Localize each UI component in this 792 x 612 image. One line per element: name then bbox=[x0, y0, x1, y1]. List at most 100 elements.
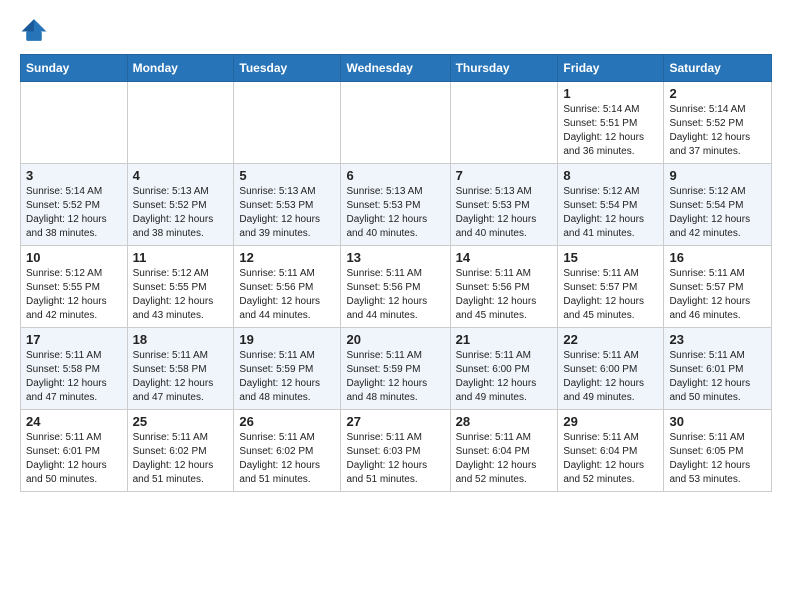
day-number: 2 bbox=[669, 86, 766, 101]
day-number: 3 bbox=[26, 168, 122, 183]
day-number: 17 bbox=[26, 332, 122, 347]
day-number: 21 bbox=[456, 332, 553, 347]
calendar-cell: 20Sunrise: 5:11 AM Sunset: 5:59 PM Dayli… bbox=[341, 328, 450, 410]
day-number: 11 bbox=[133, 250, 229, 265]
calendar-cell: 3 Sunrise: 5:14 AM Sunset: 5:52 PM Daylig… bbox=[21, 164, 128, 246]
generalblue-logo-icon bbox=[20, 16, 48, 44]
day-info: Sunrise: 5:13 AM Sunset: 5:53 PM Dayligh… bbox=[239, 185, 335, 241]
day-number: 30 bbox=[669, 414, 766, 429]
day-info: Sunrise: 5:11 AM Sunset: 5:58 PM Dayligh… bbox=[26, 349, 122, 405]
calendar-cell: 30 Sunrise: 5:11 AM Sunset: 6:05 PM Dayli… bbox=[664, 410, 772, 492]
day-number: 6 bbox=[346, 168, 444, 183]
day-number: 13 bbox=[346, 250, 444, 265]
day-number: 15 bbox=[563, 250, 658, 265]
col-header-wednesday: Wednesday bbox=[341, 55, 450, 82]
day-number: 10 bbox=[26, 250, 122, 265]
calendar-header-row: SundayMondayTuesdayWednesdayThursdayFrid… bbox=[21, 55, 772, 82]
page: SundayMondayTuesdayWednesdayThursdayFrid… bbox=[0, 0, 792, 508]
calendar-cell bbox=[21, 82, 128, 164]
calendar-week-row: 10 Sunrise: 5:12 AM Sunset: 5:55 PM Dayli… bbox=[21, 246, 772, 328]
calendar-cell: 28 Sunrise: 5:11 AM Sunset: 6:04 PM Dayli… bbox=[450, 410, 558, 492]
calendar-cell: 4 Sunrise: 5:13 AM Sunset: 5:52 PM Daylig… bbox=[127, 164, 234, 246]
day-number: 18 bbox=[133, 332, 229, 347]
day-number: 26 bbox=[239, 414, 335, 429]
calendar-cell: 23 Sunrise: 5:11 AM Sunset: 6:01 PM Dayli… bbox=[664, 328, 772, 410]
calendar-cell: 18 Sunrise: 5:11 AM Sunset: 5:58 PM Dayli… bbox=[127, 328, 234, 410]
day-info: Sunrise: 5:11 AM Sunset: 5:59 PM Dayligh… bbox=[239, 349, 335, 405]
calendar-cell: 11 Sunrise: 5:12 AM Sunset: 5:55 PM Dayli… bbox=[127, 246, 234, 328]
day-info: Sunrise: 5:11 AM Sunset: 5:57 PM Dayligh… bbox=[563, 267, 658, 323]
day-info: Sunrise: 5:11 AM Sunset: 6:02 PM Dayligh… bbox=[133, 431, 229, 487]
col-header-friday: Friday bbox=[558, 55, 664, 82]
calendar-cell: 19 Sunrise: 5:11 AM Sunset: 5:59 PM Dayli… bbox=[234, 328, 341, 410]
calendar-cell bbox=[450, 82, 558, 164]
calendar-cell bbox=[341, 82, 450, 164]
calendar-week-row: 17 Sunrise: 5:11 AM Sunset: 5:58 PM Dayli… bbox=[21, 328, 772, 410]
day-info: Sunrise: 5:11 AM Sunset: 6:00 PM Dayligh… bbox=[456, 349, 553, 405]
calendar-cell bbox=[234, 82, 341, 164]
calendar-cell: 5 Sunrise: 5:13 AM Sunset: 5:53 PM Daylig… bbox=[234, 164, 341, 246]
calendar-week-row: 1 Sunrise: 5:14 AM Sunset: 5:51 PM Daylig… bbox=[21, 82, 772, 164]
day-number: 16 bbox=[669, 250, 766, 265]
calendar-cell: 13 Sunrise: 5:11 AM Sunset: 5:56 PM Dayli… bbox=[341, 246, 450, 328]
day-info: Sunrise: 5:11 AM Sunset: 6:02 PM Dayligh… bbox=[239, 431, 335, 487]
day-info: Sunrise: 5:12 AM Sunset: 5:54 PM Dayligh… bbox=[669, 185, 766, 241]
day-number: 29 bbox=[563, 414, 658, 429]
day-number: 4 bbox=[133, 168, 229, 183]
calendar-cell: 10 Sunrise: 5:12 AM Sunset: 5:55 PM Dayli… bbox=[21, 246, 128, 328]
calendar-cell: 16 Sunrise: 5:11 AM Sunset: 5:57 PM Dayli… bbox=[664, 246, 772, 328]
day-info: Sunrise: 5:14 AM Sunset: 5:51 PM Dayligh… bbox=[563, 103, 658, 159]
calendar-cell: 27Sunrise: 5:11 AM Sunset: 6:03 PM Dayli… bbox=[341, 410, 450, 492]
day-number: 23 bbox=[669, 332, 766, 347]
day-info: Sunrise: 5:11 AM Sunset: 6:05 PM Dayligh… bbox=[669, 431, 766, 487]
day-info: Sunrise: 5:11 AM Sunset: 5:59 PM Dayligh… bbox=[346, 349, 444, 405]
day-info: Sunrise: 5:11 AM Sunset: 6:01 PM Dayligh… bbox=[26, 431, 122, 487]
day-info: Sunrise: 5:12 AM Sunset: 5:54 PM Dayligh… bbox=[563, 185, 658, 241]
day-number: 22 bbox=[563, 332, 658, 347]
day-number: 25 bbox=[133, 414, 229, 429]
logo-area bbox=[20, 16, 50, 44]
day-info: Sunrise: 5:12 AM Sunset: 5:55 PM Dayligh… bbox=[133, 267, 229, 323]
day-number: 28 bbox=[456, 414, 553, 429]
day-info: Sunrise: 5:14 AM Sunset: 5:52 PM Dayligh… bbox=[26, 185, 122, 241]
day-number: 9 bbox=[669, 168, 766, 183]
calendar-cell: 15 Sunrise: 5:11 AM Sunset: 5:57 PM Dayli… bbox=[558, 246, 664, 328]
calendar-cell: 21 Sunrise: 5:11 AM Sunset: 6:00 PM Dayli… bbox=[450, 328, 558, 410]
calendar-cell: 7Sunrise: 5:13 AM Sunset: 5:53 PM Daylig… bbox=[450, 164, 558, 246]
calendar-cell: 6Sunrise: 5:13 AM Sunset: 5:53 PM Daylig… bbox=[341, 164, 450, 246]
calendar-cell: 2 Sunrise: 5:14 AM Sunset: 5:52 PM Daylig… bbox=[664, 82, 772, 164]
day-info: Sunrise: 5:13 AM Sunset: 5:52 PM Dayligh… bbox=[133, 185, 229, 241]
calendar-cell: 9 Sunrise: 5:12 AM Sunset: 5:54 PM Daylig… bbox=[664, 164, 772, 246]
calendar-cell: 24 Sunrise: 5:11 AM Sunset: 6:01 PM Dayli… bbox=[21, 410, 128, 492]
day-number: 8 bbox=[563, 168, 658, 183]
day-info: Sunrise: 5:12 AM Sunset: 5:55 PM Dayligh… bbox=[26, 267, 122, 323]
calendar-cell: 17 Sunrise: 5:11 AM Sunset: 5:58 PM Dayli… bbox=[21, 328, 128, 410]
calendar-cell: 12Sunrise: 5:11 AM Sunset: 5:56 PM Dayli… bbox=[234, 246, 341, 328]
day-number: 5 bbox=[239, 168, 335, 183]
calendar-cell: 8 Sunrise: 5:12 AM Sunset: 5:54 PM Daylig… bbox=[558, 164, 664, 246]
day-number: 19 bbox=[239, 332, 335, 347]
calendar-cell bbox=[127, 82, 234, 164]
day-info: Sunrise: 5:11 AM Sunset: 6:04 PM Dayligh… bbox=[456, 431, 553, 487]
day-number: 27 bbox=[346, 414, 444, 429]
day-number: 1 bbox=[563, 86, 658, 101]
header bbox=[20, 16, 772, 44]
col-header-saturday: Saturday bbox=[664, 55, 772, 82]
day-info: Sunrise: 5:11 AM Sunset: 5:56 PM Dayligh… bbox=[239, 267, 335, 323]
day-info: Sunrise: 5:11 AM Sunset: 5:58 PM Dayligh… bbox=[133, 349, 229, 405]
col-header-thursday: Thursday bbox=[450, 55, 558, 82]
col-header-sunday: Sunday bbox=[21, 55, 128, 82]
day-info: Sunrise: 5:14 AM Sunset: 5:52 PM Dayligh… bbox=[669, 103, 766, 159]
day-info: Sunrise: 5:11 AM Sunset: 6:00 PM Dayligh… bbox=[563, 349, 658, 405]
calendar-cell: 29Sunrise: 5:11 AM Sunset: 6:04 PM Dayli… bbox=[558, 410, 664, 492]
day-number: 24 bbox=[26, 414, 122, 429]
calendar-cell: 14 Sunrise: 5:11 AM Sunset: 5:56 PM Dayli… bbox=[450, 246, 558, 328]
day-info: Sunrise: 5:11 AM Sunset: 5:56 PM Dayligh… bbox=[456, 267, 553, 323]
day-info: Sunrise: 5:11 AM Sunset: 6:01 PM Dayligh… bbox=[669, 349, 766, 405]
day-number: 14 bbox=[456, 250, 553, 265]
day-info: Sunrise: 5:11 AM Sunset: 5:57 PM Dayligh… bbox=[669, 267, 766, 323]
calendar-table: SundayMondayTuesdayWednesdayThursdayFrid… bbox=[20, 54, 772, 492]
day-info: Sunrise: 5:11 AM Sunset: 5:56 PM Dayligh… bbox=[346, 267, 444, 323]
col-header-tuesday: Tuesday bbox=[234, 55, 341, 82]
col-header-monday: Monday bbox=[127, 55, 234, 82]
